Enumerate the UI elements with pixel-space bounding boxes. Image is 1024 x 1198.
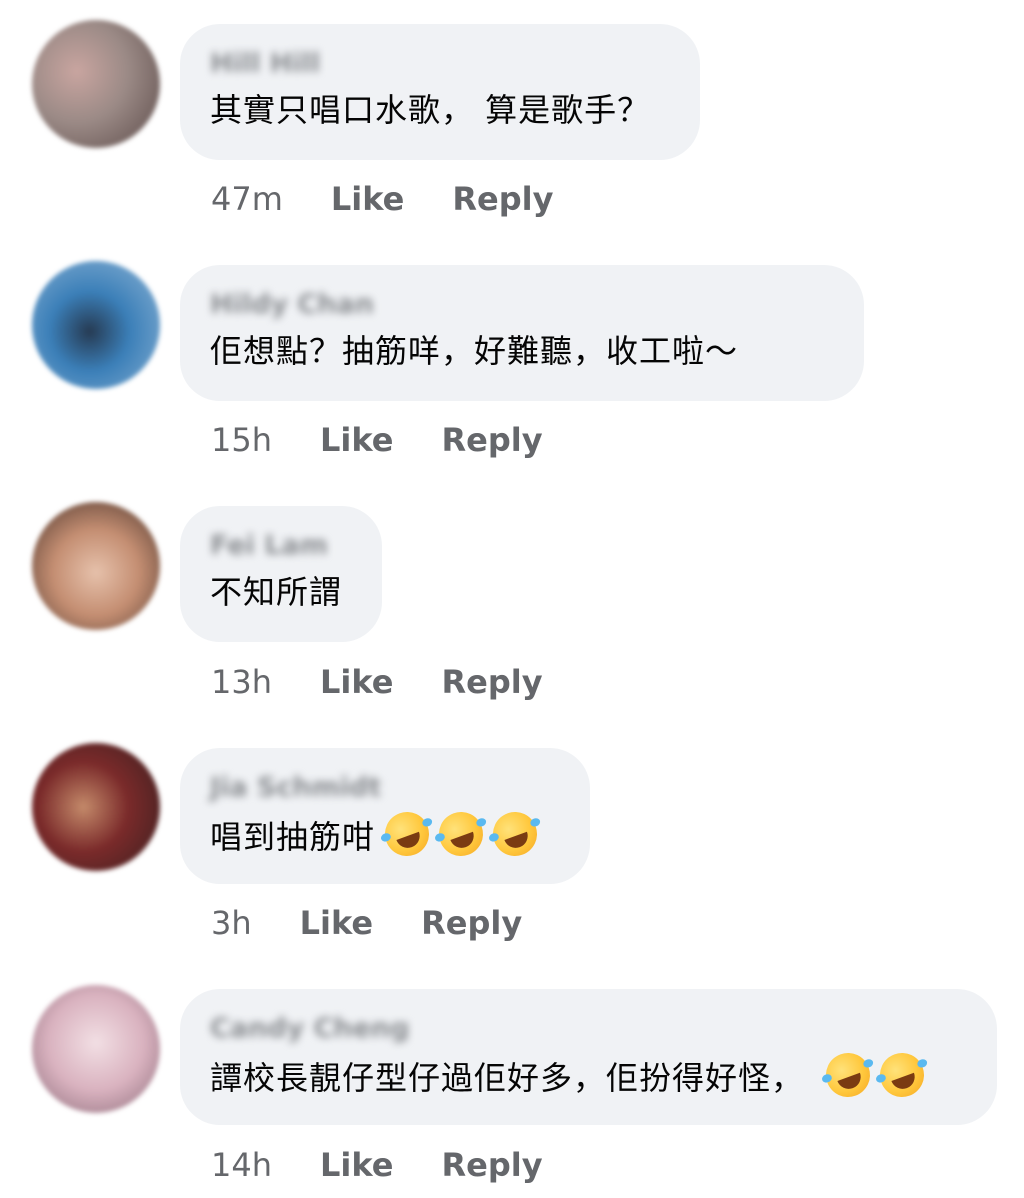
- avatar[interactable]: [32, 743, 160, 871]
- avatar[interactable]: [32, 502, 160, 630]
- like-button[interactable]: Like: [320, 1145, 393, 1185]
- avatar[interactable]: [32, 261, 160, 389]
- comment-timestamp[interactable]: 15h: [211, 420, 272, 460]
- comment-actions: 14h Like Reply: [211, 1145, 543, 1185]
- reply-button[interactable]: Reply: [421, 903, 522, 943]
- like-button[interactable]: Like: [331, 179, 404, 219]
- avatar[interactable]: [32, 985, 160, 1113]
- comment-text-content: 譚校長靚仔型仔過佢好多，佢扮得好怪，: [210, 1059, 805, 1097]
- comment-actions: 47m Like Reply: [211, 179, 553, 219]
- comment-bubble: Fei Lam 不知所謂: [180, 506, 382, 642]
- rolling-on-floor-laughing-icon: [378, 805, 436, 863]
- comment-bubble: Hill Hill 其實只唱口水歌， 算是歌手？: [180, 24, 700, 160]
- rolling-on-floor-laughing-icon: [486, 805, 544, 863]
- comment-timestamp[interactable]: 14h: [211, 1145, 272, 1185]
- avatar[interactable]: [32, 20, 160, 148]
- comment-timestamp[interactable]: 47m: [211, 179, 283, 219]
- comment-actions: 3h Like Reply: [211, 903, 522, 943]
- rolling-on-floor-laughing-icon: [819, 1046, 877, 1104]
- comment-text: 唱到抽筋咁: [210, 805, 558, 863]
- like-button[interactable]: Like: [300, 903, 373, 943]
- rolling-on-floor-laughing-icon: [873, 1046, 931, 1104]
- commenter-name[interactable]: Hildy Chan: [210, 289, 832, 321]
- reply-button[interactable]: Reply: [452, 179, 553, 219]
- comment-text: 譚校長靚仔型仔過佢好多，佢扮得好怪，: [210, 1046, 965, 1104]
- rolling-on-floor-laughing-icon: [432, 805, 490, 863]
- comment-bubble: Candy Cheng 譚校長靚仔型仔過佢好多，佢扮得好怪，: [180, 989, 997, 1125]
- like-button[interactable]: Like: [320, 420, 393, 460]
- commenter-name[interactable]: Hill Hill: [210, 48, 668, 80]
- comment-text-content: 唱到抽筋咁: [210, 818, 376, 856]
- reply-button[interactable]: Reply: [441, 1145, 542, 1185]
- comment-bubble: Jia Schmidt 唱到抽筋咁: [180, 748, 590, 884]
- commenter-name[interactable]: Candy Cheng: [210, 1013, 965, 1045]
- like-button[interactable]: Like: [320, 662, 393, 702]
- comment-actions: 13h Like Reply: [211, 662, 543, 702]
- comment-text: 其實只唱口水歌， 算是歌手？: [210, 91, 651, 129]
- reply-button[interactable]: Reply: [441, 662, 542, 702]
- comment-text: 不知所謂: [210, 573, 343, 611]
- commenter-name[interactable]: Jia Schmidt: [210, 772, 558, 804]
- comment-bubble: Hildy Chan 佢想點？抽筋咩，好難聽，收工啦～: [180, 265, 864, 401]
- comment-actions: 15h Like Reply: [211, 420, 543, 460]
- reply-button[interactable]: Reply: [441, 420, 542, 460]
- comment-text: 佢想點？抽筋咩，好難聽，收工啦～: [210, 332, 739, 370]
- comment-timestamp[interactable]: 13h: [211, 662, 272, 702]
- commenter-name[interactable]: Fei Lam: [210, 530, 350, 562]
- comment-timestamp[interactable]: 3h: [211, 903, 252, 943]
